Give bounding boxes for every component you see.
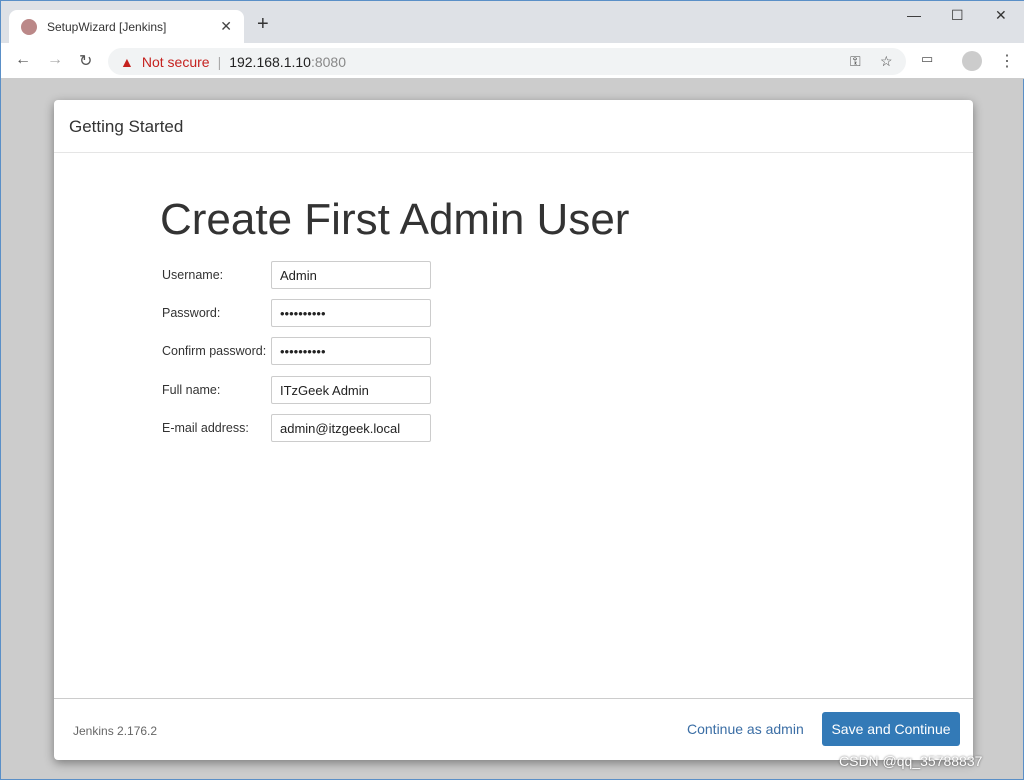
continue-as-admin-link[interactable]: Continue as admin: [687, 721, 804, 737]
confirm-password-row: Confirm password:: [162, 337, 431, 365]
reload-icon[interactable]: ↻: [79, 51, 92, 71]
watermark: CSDN @qq_35788837: [839, 753, 983, 769]
confirm-password-label: Confirm password:: [162, 344, 267, 358]
security-label: Not secure: [141, 53, 210, 70]
tab-bar: SetupWizard [Jenkins] ✕ + — ☐ ✕: [1, 1, 1024, 43]
password-input[interactable]: [271, 299, 431, 327]
email-row: E-mail address:: [162, 414, 431, 442]
cast-icon[interactable]: ▭: [921, 51, 933, 67]
profile-avatar-icon[interactable]: [962, 51, 982, 71]
dialog-title: Getting Started: [54, 100, 973, 153]
email-input[interactable]: [271, 414, 431, 442]
forward-icon[interactable]: →: [47, 51, 63, 69]
username-input[interactable]: [271, 261, 431, 289]
tab-title: SetupWizard [Jenkins]: [47, 19, 167, 34]
minimize-icon[interactable]: —: [907, 7, 921, 23]
full-name-row: Full name:: [162, 376, 431, 404]
username-row: Username:: [162, 261, 431, 289]
browser-toolbar: ← → ↻ ▲ Not secure | 192.168.1.10:8080 ⚿…: [1, 43, 1024, 79]
save-and-continue-button[interactable]: Save and Continue: [822, 712, 960, 746]
address-bar[interactable]: ▲ Not secure | 192.168.1.10:8080 ⚿ ☆: [108, 48, 906, 75]
full-name-label: Full name:: [162, 383, 221, 397]
jenkins-favicon-icon: [21, 18, 37, 35]
email-label: E-mail address:: [162, 421, 249, 435]
setup-wizard-dialog: Getting Started Create First Admin User …: [54, 100, 973, 760]
url-port: :8080: [310, 53, 346, 70]
close-tab-icon[interactable]: ✕: [220, 18, 232, 35]
password-label: Password:: [162, 306, 221, 320]
page-title: Create First Admin User: [160, 195, 630, 244]
maximize-icon[interactable]: ☐: [951, 7, 964, 24]
full-name-input[interactable]: [271, 376, 431, 404]
dialog-footer: Jenkins 2.176.2 Continue as admin Save a…: [54, 698, 973, 760]
new-tab-icon[interactable]: +: [257, 13, 269, 36]
jenkins-version: Jenkins 2.176.2: [73, 724, 158, 738]
password-row: Password:: [162, 299, 431, 327]
key-icon[interactable]: ⚿: [850, 53, 861, 70]
url-host: 192.168.1.10: [229, 53, 311, 70]
back-icon[interactable]: ←: [15, 51, 31, 69]
warning-icon: ▲: [120, 53, 134, 70]
browser-tab[interactable]: SetupWizard [Jenkins] ✕: [9, 10, 244, 43]
menu-icon[interactable]: ⋮: [999, 51, 1015, 71]
confirm-password-input[interactable]: [271, 337, 431, 365]
close-window-icon[interactable]: ✕: [995, 7, 1007, 24]
star-icon[interactable]: ☆: [880, 53, 893, 70]
username-label: Username:: [162, 268, 224, 282]
